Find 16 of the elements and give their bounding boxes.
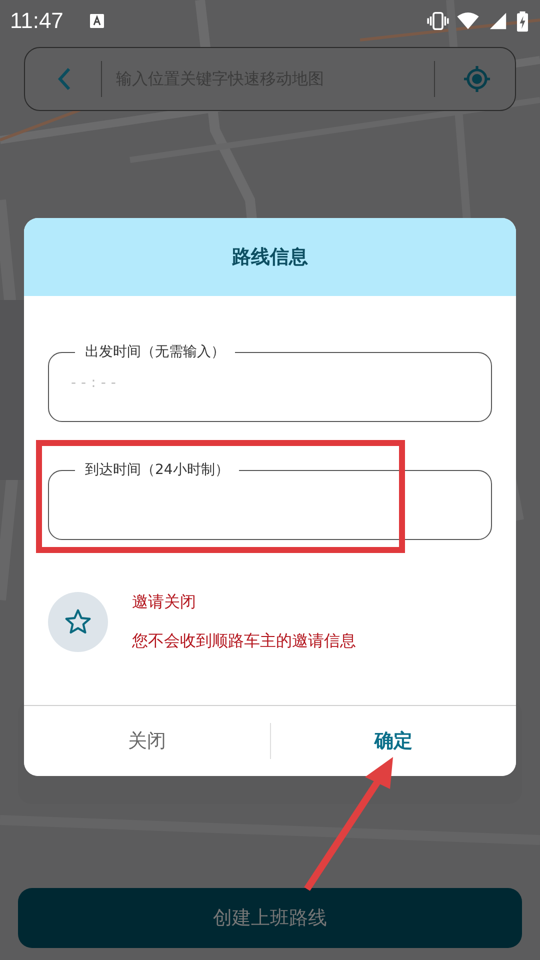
back-icon[interactable] <box>57 67 71 91</box>
status-time: 11:47 <box>10 8 64 34</box>
time-field[interactable]: 出发时间（无需输入） --:-- <box>48 343 492 422</box>
battery-charging-icon <box>517 10 528 32</box>
wifi-icon <box>457 12 479 30</box>
invite-status: 邀请关闭 <box>132 592 197 613</box>
invite-message: 您不会收到顺路车主的邀请信息 <box>132 631 356 652</box>
signal-icon <box>487 12 509 30</box>
vibrate-icon <box>427 12 449 30</box>
keyboard-icon <box>89 13 106 29</box>
field-label: 出发时间（无需输入） <box>84 343 226 361</box>
dialog-title: 路线信息 <box>232 245 308 270</box>
create-route-button[interactable]: 创建上班路线 <box>18 888 522 948</box>
locate-icon[interactable] <box>463 65 491 93</box>
time-field[interactable]: 到达时间（24小时制） <box>48 461 492 540</box>
field-label: 到达时间（24小时制） <box>84 461 230 479</box>
